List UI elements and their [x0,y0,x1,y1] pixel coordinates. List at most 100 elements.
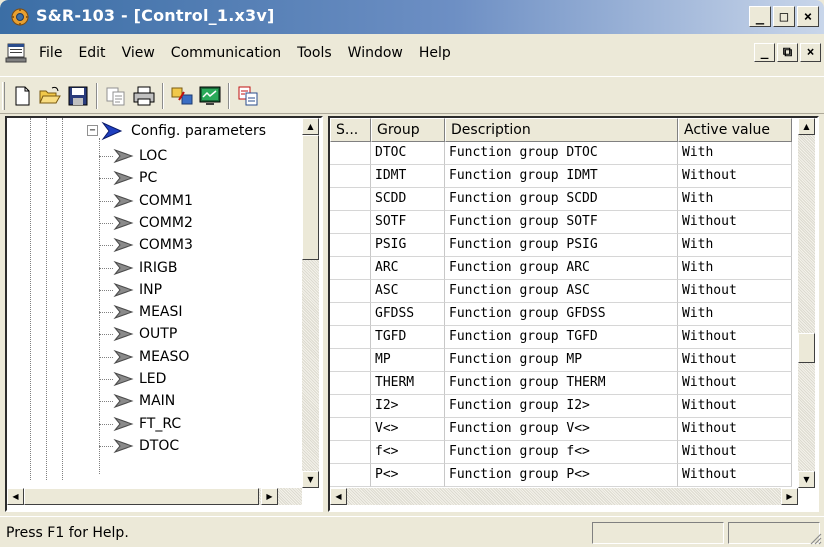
scroll-thumb[interactable] [302,135,319,260]
table-row[interactable]: IDMT Function group IDMT Without [330,165,792,188]
tree-branch-line [99,334,113,336]
tree-item[interactable]: DTOC [113,435,179,457]
tree-expander[interactable]: − [87,125,98,136]
menu-help[interactable]: Help [411,42,459,64]
tree-item[interactable]: MEASI [113,301,183,323]
open-folder-icon[interactable] [38,85,62,107]
scroll-left-button[interactable]: ◀ [330,488,347,505]
tree-item[interactable]: COMM1 [113,190,193,212]
tree-branch-line [99,312,113,314]
menu-view[interactable]: View [114,42,163,64]
transfer-icon[interactable] [170,85,194,107]
tree-branch-line [99,289,113,291]
table-row[interactable]: ASC Function group ASC Without [330,280,792,303]
cell-description: Function group TGFD [445,326,678,349]
menu-tools[interactable]: Tools [289,42,340,64]
scroll-down-button[interactable]: ▼ [302,471,319,488]
minimize-button[interactable]: _ [749,6,771,27]
column-header-group[interactable]: Group [371,118,445,142]
list-vertical-scrollbar[interactable]: ▲ ▼ [798,118,815,488]
column-header-state[interactable]: S... [330,118,371,142]
toolbar-grip[interactable] [2,82,5,110]
cell-group: DTOC [371,142,445,165]
tree-horizontal-scrollbar[interactable]: ◀ ▶ [7,488,302,505]
tree-item-label: DTOC [139,437,180,454]
document-restore-button[interactable]: ⧉ [777,43,798,62]
tree-item[interactable]: FT_RC [113,413,181,435]
scroll-up-button[interactable]: ▲ [302,118,319,135]
scroll-down-button[interactable]: ▼ [798,471,815,488]
cell-group: TGFD [371,326,445,349]
document-minimize-button[interactable]: _ [754,43,775,62]
new-document-icon[interactable] [10,85,34,107]
document-window-icon[interactable] [5,42,27,64]
print-icon[interactable] [132,85,156,107]
cell-active-value: Without [678,372,792,395]
cell-active-value: Without [678,395,792,418]
compare-icon[interactable] [236,85,260,107]
menu-edit[interactable]: Edit [70,42,113,64]
tree-item[interactable]: LOC [113,145,167,167]
toolbar [0,76,824,114]
table-row[interactable]: P<> Function group P<> Without [330,464,792,487]
menu-communication[interactable]: Communication [163,42,289,64]
tree-view[interactable]: − Config. parameters LOC PC COMM1 COMM2 COMM… [5,116,323,512]
table-row[interactable]: DTOC Function group DTOC With [330,142,792,165]
tree-item[interactable]: COMM2 [113,212,193,234]
tree-branch-line [99,245,113,247]
column-header-active-value[interactable]: Active value [678,118,792,142]
status-text: Press F1 for Help. [6,525,129,541]
monitor-icon[interactable] [198,85,222,107]
tree-item-label: PC [139,170,158,187]
table-row[interactable]: MP Function group MP Without [330,349,792,372]
scroll-thumb[interactable] [798,333,815,363]
table-row[interactable]: ARC Function group ARC With [330,257,792,280]
menu-window[interactable]: Window [340,42,411,64]
tree-item[interactable]: INP [113,279,162,301]
close-button[interactable]: × [797,6,819,27]
cell-group: SOTF [371,211,445,234]
tree-item[interactable]: COMM3 [113,234,193,256]
table-row[interactable]: V<> Function group V<> Without [330,418,792,441]
tree-item[interactable]: OUTP [113,323,177,345]
column-header-description[interactable]: Description [445,118,678,142]
list-horizontal-scrollbar[interactable]: ◀ ▶ [330,488,798,505]
table-row[interactable]: SOTF Function group SOTF Without [330,211,792,234]
parameter-list-view[interactable]: S... Group Description Active value DTOC… [328,116,819,512]
cell-group: GFDSS [371,303,445,326]
table-row[interactable]: THERM Function group THERM Without [330,372,792,395]
cell-active-value: Without [678,211,792,234]
tree-item[interactable]: IRIGB [113,257,177,279]
cell-description: Function group I2> [445,395,678,418]
table-row[interactable]: SCDD Function group SCDD With [330,188,792,211]
scroll-right-button[interactable]: ▶ [781,488,798,505]
table-row[interactable]: I2> Function group I2> Without [330,395,792,418]
tree-item[interactable]: MEASO [113,346,189,368]
cell-active-value: With [678,303,792,326]
cell-state [330,464,371,487]
table-row[interactable]: GFDSS Function group GFDSS With [330,303,792,326]
cell-active-value: With [678,257,792,280]
cell-description: Function group SOTF [445,211,678,234]
table-row[interactable]: TGFD Function group TGFD Without [330,326,792,349]
save-disk-icon[interactable] [66,85,90,107]
tree-item[interactable]: MAIN [113,390,175,412]
copy-icon[interactable] [104,85,128,107]
tree-item[interactable]: PC [113,167,157,189]
document-close-button[interactable]: × [800,43,821,62]
table-row[interactable]: PSIG Function group PSIG With [330,234,792,257]
title-bar[interactable]: S&R-103 - [Control_1.x3v] _ □ × [0,0,824,34]
scroll-up-button[interactable]: ▲ [798,118,815,135]
resize-grip-icon[interactable] [808,531,822,545]
maximize-button[interactable]: □ [773,6,795,27]
tree-branch-line [99,156,113,157]
tree-vertical-scrollbar[interactable]: ▲ ▼ [302,118,319,488]
tree-branch-line [99,401,113,403]
tree-item[interactable]: LED [113,368,166,390]
menu-file[interactable]: File [31,42,70,64]
table-row[interactable]: f<> Function group f<> Without [330,441,792,464]
scroll-right-button[interactable]: ▶ [261,488,278,505]
scroll-thumb[interactable] [24,488,259,505]
tree-item-config-parameters[interactable]: Config. parameters [101,120,266,142]
scroll-left-button[interactable]: ◀ [7,488,24,505]
